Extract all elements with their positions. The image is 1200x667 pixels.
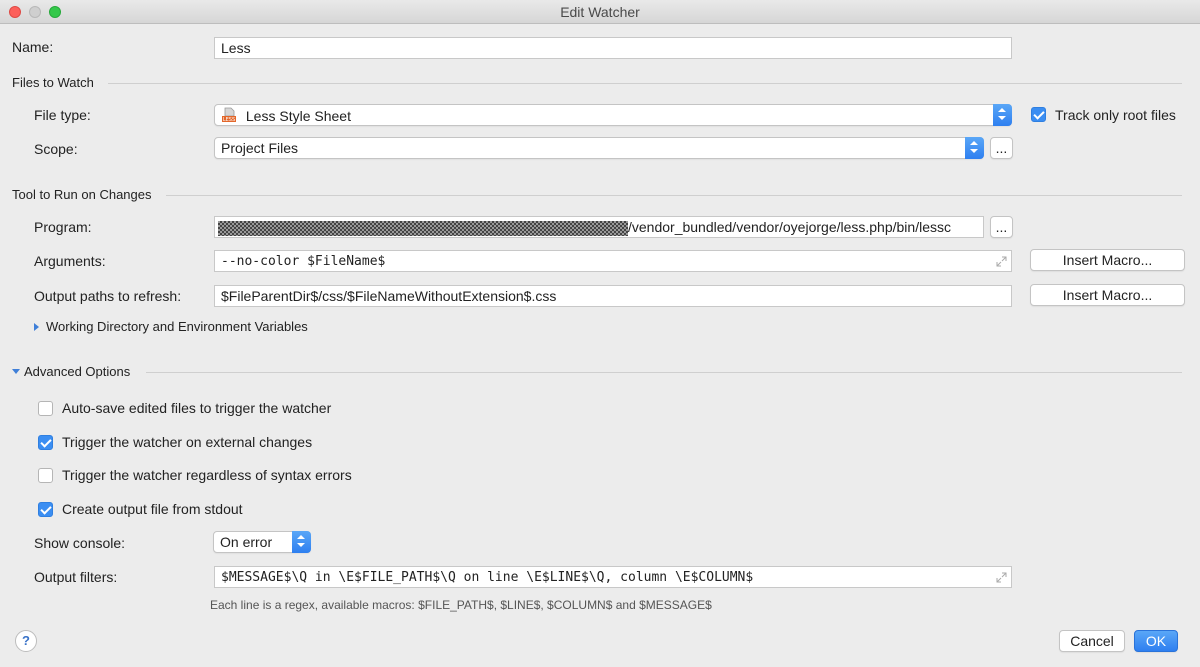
arguments-value: --no-color $FileName$ — [221, 254, 386, 269]
track-root-label: Track only root files — [1055, 107, 1176, 123]
arguments-insert-macro-button[interactable]: Insert Macro... — [1030, 249, 1185, 271]
less-file-icon: LESS — [221, 107, 237, 127]
ok-button[interactable]: OK — [1134, 630, 1178, 652]
show-console-select[interactable]: On error — [213, 531, 311, 553]
advanced-option-checkbox[interactable] — [38, 468, 53, 483]
arguments-label: Arguments: — [34, 253, 106, 269]
expand-icon[interactable] — [996, 256, 1007, 267]
cancel-button[interactable]: Cancel — [1059, 630, 1125, 652]
disclosure-down-icon[interactable] — [12, 369, 20, 374]
section-separator — [166, 195, 1182, 196]
program-browse-button[interactable]: ... — [990, 216, 1013, 238]
disclosure-right-icon[interactable] — [34, 323, 39, 331]
advanced-option-label: Trigger the watcher regardless of syntax… — [62, 467, 352, 483]
advanced-option-label: Auto-save edited files to trigger the wa… — [62, 400, 332, 416]
chevron-updown-icon — [993, 104, 1012, 126]
chevron-updown-icon — [292, 531, 311, 553]
section-separator — [108, 83, 1182, 84]
track-root-checkbox[interactable] — [1031, 107, 1046, 122]
advanced-options-title[interactable]: Advanced Options — [24, 364, 130, 379]
advanced-option-checkbox[interactable] — [38, 502, 53, 517]
program-label: Program: — [34, 219, 92, 235]
advanced-option-checkbox[interactable] — [38, 401, 53, 416]
program-input[interactable]: /vendor_bundled/vendor/oyejorge/less.php… — [214, 216, 984, 238]
title-bar: Edit Watcher — [0, 0, 1200, 24]
scope-value: Project Files — [221, 140, 299, 156]
output-filters-value: $MESSAGE$\Q in \E$FILE_PATH$\Q on line \… — [221, 570, 754, 585]
output-filters-input[interactable]: $MESSAGE$\Q in \E$FILE_PATH$\Q on line \… — [214, 566, 1012, 588]
program-path-value: /vendor_bundled/vendor/oyejorge/less.php… — [628, 219, 951, 235]
working-directory-toggle[interactable]: Working Directory and Environment Variab… — [46, 319, 308, 334]
redacted-path — [218, 220, 628, 236]
output-insert-macro-button[interactable]: Insert Macro... — [1030, 284, 1185, 306]
help-icon[interactable]: ? — [15, 630, 37, 652]
name-input[interactable]: Less — [214, 37, 1012, 59]
svg-text:LESS: LESS — [223, 117, 235, 123]
arguments-input[interactable]: --no-color $FileName$ — [214, 250, 1012, 272]
name-label: Name: — [12, 39, 54, 55]
advanced-option-label: Trigger the watcher on external changes — [62, 434, 313, 450]
window-title: Edit Watcher — [560, 4, 640, 20]
section-separator — [146, 372, 1182, 373]
show-console-label: Show console: — [34, 535, 126, 551]
advanced-option-checkbox[interactable] — [38, 435, 53, 450]
file-type-select[interactable]: LESS Less Style Sheet — [214, 104, 1012, 126]
output-filters-label: Output filters: — [34, 569, 118, 585]
show-console-value: On error — [220, 534, 273, 550]
output-paths-label: Output paths to refresh: — [34, 288, 182, 304]
scope-select[interactable]: Project Files — [214, 137, 984, 159]
files-to-watch-section-title: Files to Watch — [12, 75, 94, 90]
scope-label: Scope: — [34, 141, 78, 157]
chevron-updown-icon — [965, 137, 984, 159]
expand-icon[interactable] — [996, 572, 1007, 583]
advanced-option-label: Create output file from stdout — [62, 501, 243, 517]
tool-section-title: Tool to Run on Changes — [12, 187, 152, 202]
scope-browse-button[interactable]: ... — [990, 137, 1013, 159]
output-filters-hint: Each line is a regex, available macros: … — [210, 598, 712, 612]
output-paths-input[interactable]: $FileParentDir$/css/$FileNameWithoutExte… — [214, 285, 1012, 307]
file-type-value: Less Style Sheet — [245, 108, 351, 124]
file-type-label: File type: — [34, 107, 91, 123]
